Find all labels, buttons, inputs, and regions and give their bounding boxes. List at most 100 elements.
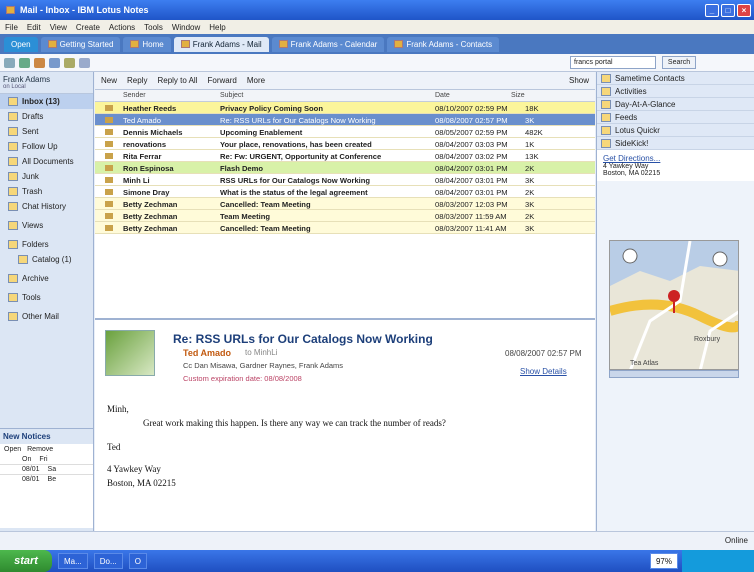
- nav-drafts[interactable]: Drafts: [0, 109, 93, 124]
- menu-actions[interactable]: Actions: [109, 23, 135, 32]
- message-row[interactable]: renovations Your place, renovations, has …: [95, 138, 595, 150]
- tab-label: Frank Adams - Calendar: [290, 39, 378, 49]
- sidebar-sidekick[interactable]: SideKick!: [597, 137, 754, 150]
- message-row[interactable]: Simone Dray What is the status of the leg…: [95, 186, 595, 198]
- message-sender: Rita Ferrar: [123, 152, 162, 161]
- nav-archive[interactable]: Archive: [0, 271, 93, 286]
- message-row[interactable]: Rita Ferrar Re: Fw: URGENT, Opportunity a…: [95, 150, 595, 162]
- menu-window[interactable]: Window: [172, 23, 200, 32]
- minimize-button[interactable]: _: [705, 3, 719, 17]
- mail-main-panel: New Reply Reply to All Forward More Show…: [95, 72, 595, 550]
- message-row[interactable]: Betty Zechman Cancelled: Team Meeting 08/0…: [95, 198, 595, 210]
- sidebar-feeds[interactable]: Feeds: [597, 111, 754, 124]
- close-button[interactable]: ×: [737, 3, 751, 17]
- nav-other-mail[interactable]: Other Mail: [0, 309, 93, 324]
- nav-tools[interactable]: Tools: [0, 290, 93, 305]
- tab-mail[interactable]: Frank Adams - Mail: [173, 36, 269, 52]
- print-icon[interactable]: [64, 57, 75, 68]
- map-label-tea-atlas: Tea Atlas: [630, 360, 659, 367]
- menu-view[interactable]: View: [50, 23, 67, 32]
- taskbar-task[interactable]: Do...: [93, 553, 123, 569]
- menu-file[interactable]: File: [5, 23, 18, 32]
- message-subject: Cancelled: Team Meeting: [220, 200, 311, 209]
- tab-home[interactable]: Home: [123, 36, 171, 52]
- notice-remove-button[interactable]: Remove: [27, 446, 53, 453]
- stop-icon[interactable]: [34, 57, 45, 68]
- refresh-icon[interactable]: [49, 57, 60, 68]
- nav-folders[interactable]: Folders: [0, 237, 93, 252]
- open-button[interactable]: Open: [4, 36, 38, 52]
- notice-row[interactable]: On Fri: [0, 455, 93, 464]
- sidebar-activities[interactable]: Activities: [597, 85, 754, 98]
- back-icon[interactable]: [4, 57, 15, 68]
- menu-edit[interactable]: Edit: [27, 23, 41, 32]
- message-date: 08/05/2007 02:59 PM: [435, 128, 508, 137]
- nav-trash[interactable]: Trash: [0, 184, 93, 199]
- nav-inbox[interactable]: Inbox (13): [0, 94, 93, 109]
- map-scrollbar[interactable]: [609, 370, 739, 378]
- sender-column-header[interactable]: Sender: [123, 92, 146, 99]
- forward-button[interactable]: Forward: [208, 76, 237, 85]
- message-row[interactable]: Heather Reeds Privacy Policy Coming Soon 0…: [95, 102, 595, 114]
- nav-views[interactable]: Views: [0, 218, 93, 233]
- date-column-header[interactable]: Date: [435, 92, 450, 99]
- nav-chat-history[interactable]: Chat History: [0, 199, 93, 214]
- sidebar-lotus-quickr[interactable]: Lotus Quickr: [597, 124, 754, 137]
- online-status[interactable]: Online: [725, 536, 748, 545]
- message-size: 2K: [525, 188, 535, 197]
- preview-pane: Re: RSS URLs for Our Catalogs Now Workin…: [95, 318, 595, 550]
- menu-help[interactable]: Help: [209, 23, 225, 32]
- subject-column-header[interactable]: Subject: [220, 92, 243, 99]
- message-row[interactable]: Minh Li RSS URLs for Our Catalogs Now Wor…: [95, 174, 595, 186]
- notice-open-button[interactable]: Open: [4, 446, 21, 453]
- map-view[interactable]: Roxbury Tea Atlas: [609, 240, 739, 370]
- size-column-header[interactable]: Size: [511, 92, 525, 99]
- message-subject: What is the status of the legal agreemen…: [220, 188, 368, 197]
- nav-follow-up[interactable]: Follow Up: [0, 139, 93, 154]
- preview-from[interactable]: Ted Amado: [183, 348, 231, 358]
- nav-junk[interactable]: Junk: [0, 169, 93, 184]
- reply-button[interactable]: Reply: [127, 76, 147, 85]
- show-details-link[interactable]: Show Details: [520, 367, 567, 376]
- message-row[interactable]: Ron Espinosa Flash Demo 08/04/2007 03:01 P…: [95, 162, 595, 174]
- tab-contacts[interactable]: Frank Adams - Contacts: [387, 36, 500, 52]
- message-date: 08/04/2007 03:03 PM: [435, 140, 508, 149]
- show-button[interactable]: Show: [569, 76, 589, 85]
- nav-sent[interactable]: Sent: [0, 124, 93, 139]
- search-button[interactable]: Search: [662, 56, 696, 69]
- sidebar-sametime-contacts[interactable]: Sametime Contacts: [597, 72, 754, 85]
- envelope-icon: [105, 177, 113, 183]
- taskbar-task[interactable]: O: [128, 553, 147, 569]
- message-row[interactable]: Betty Zechman Cancelled: Team Meeting 08/0…: [95, 222, 595, 234]
- get-directions-link[interactable]: Get Directions...: [603, 154, 748, 163]
- maximize-button[interactable]: □: [721, 3, 735, 17]
- more-button[interactable]: More: [247, 76, 265, 85]
- search-scope-field[interactable]: francs portal: [570, 56, 656, 69]
- notice-cell: 08/01: [22, 466, 40, 473]
- message-row[interactable]: Dennis Michaels Upcoming Enablement 08/05/…: [95, 126, 595, 138]
- nav-all-documents[interactable]: All Documents: [0, 154, 93, 169]
- calendar-icon: [278, 40, 288, 48]
- sidebar-panel: Sametime Contacts Activities Day-At-A-Gl…: [596, 72, 754, 550]
- tab-getting-started[interactable]: Getting Started: [40, 36, 121, 52]
- message-row[interactable]: Ted Amado Re: RSS URLs for Our Catalogs N…: [95, 114, 595, 126]
- new-button[interactable]: New: [101, 76, 117, 85]
- tab-calendar[interactable]: Frank Adams - Calendar: [271, 36, 385, 52]
- menu-tools[interactable]: Tools: [144, 23, 163, 32]
- taskbar-task[interactable]: Ma...: [58, 553, 88, 569]
- notice-row[interactable]: 08/01 Sa: [0, 464, 93, 474]
- start-button[interactable]: start: [0, 550, 52, 572]
- forward-icon[interactable]: [19, 57, 30, 68]
- map-graphic: Roxbury Tea Atlas: [610, 241, 738, 369]
- bookmark-icon[interactable]: [79, 57, 90, 68]
- notice-row[interactable]: 08/01 Be: [0, 474, 93, 484]
- windows-taskbar: start Ma... Do... O 97%: [0, 550, 754, 572]
- message-sender: Ron Espinosa: [123, 164, 174, 173]
- sent-icon: [8, 127, 18, 136]
- menu-create[interactable]: Create: [76, 23, 100, 32]
- system-clock: [682, 550, 754, 572]
- nav-catalog[interactable]: Catalog (1): [0, 252, 93, 267]
- reply-all-button[interactable]: Reply to All: [157, 76, 197, 85]
- message-row[interactable]: Betty Zechman Team Meeting 08/03/2007 11:5…: [95, 210, 595, 222]
- sidebar-day-at-a-glance[interactable]: Day-At-A-Glance: [597, 98, 754, 111]
